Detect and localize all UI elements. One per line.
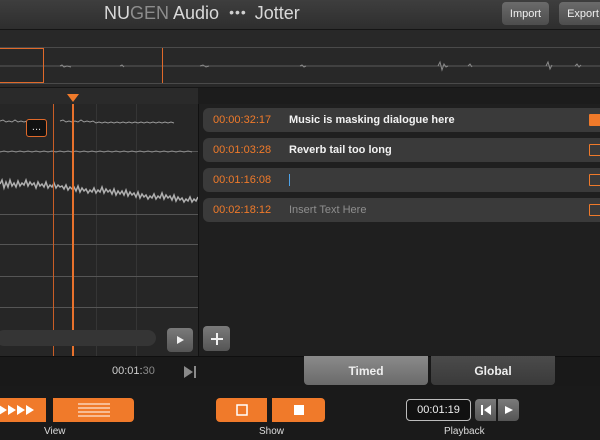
note-checkbox[interactable] [589,114,600,126]
overview-cursor[interactable] [162,48,163,83]
import-button[interactable]: Import [502,2,549,25]
play-icon [177,336,184,344]
app-name: Jotter [254,3,300,23]
play-button[interactable] [167,328,193,352]
overview-wave [0,60,600,72]
note-row[interactable]: 00:00:32:17 Music is masking dialogue he… [203,108,600,132]
overview-selection[interactable] [0,48,44,83]
square-outline-icon [235,404,248,416]
playback-label: Playback [444,426,485,437]
overview-waveform[interactable] [0,30,600,88]
note-timecode[interactable]: 00:02:18:12 [203,204,289,216]
track-area[interactable]: ... [0,104,198,356]
brand-gen: GEN [130,3,170,23]
note-text-input[interactable] [289,174,600,187]
text-caret [289,174,290,187]
notes-list: 00:00:32:17 Music is masking dialogue he… [198,104,600,356]
skip-to-start-button[interactable] [475,399,496,421]
note-checkbox[interactable] [589,144,600,156]
view-label: View [44,426,66,437]
note-text[interactable]: Reverb tail too long [289,144,600,156]
show-filled-button[interactable] [272,398,325,422]
brand-dots: ••• [229,4,247,20]
note-timecode[interactable]: 00:01:03:28 [203,144,289,156]
note-checkbox[interactable] [589,204,600,216]
skip-start-icon [480,405,491,415]
brand-nu: NU [104,3,130,23]
tab-timed[interactable]: Timed [304,356,428,385]
brand-audio: Audio [169,3,220,23]
note-checkbox[interactable] [589,174,600,186]
current-time-readout: 00:01:30 [112,365,155,377]
list-icon [77,403,110,417]
playback-time-display[interactable]: 00:01:19 [406,399,471,421]
show-label: Show [259,426,285,437]
timeline-ruler[interactable] [0,88,198,104]
playhead-handle[interactable] [67,94,79,102]
horizontal-scrollbar[interactable] [0,330,156,346]
play-icon [504,406,513,414]
note-timecode[interactable]: 00:00:32:17 [203,114,289,126]
view-timeline-button[interactable] [0,398,46,422]
brand-logo: NUGEN Audio ••• Jotter [104,3,300,24]
loop-start-line[interactable] [53,104,54,356]
overview-border-bottom [0,83,600,84]
square-filled-icon [293,405,304,415]
time-main: 00:01: [112,365,143,377]
playhead-line[interactable] [72,104,74,356]
add-note-button[interactable] [203,326,230,351]
skip-end-icon [184,366,196,378]
track-waveforms [0,119,198,204]
footer-controls: View Show 00:01:19 Playback [0,386,600,440]
tab-global[interactable]: Global [431,356,555,385]
note-row[interactable]: 00:02:18:12 Insert Text Here [203,198,600,222]
note-text-placeholder[interactable]: Insert Text Here [289,204,600,216]
title-bar: NUGEN Audio ••• Jotter Import Export [0,0,600,30]
note-text[interactable]: Music is masking dialogue here [289,114,600,126]
view-list-button[interactable] [53,398,134,422]
note-row[interactable]: 00:01:03:28 Reverb tail too long [203,138,600,162]
comment-marker[interactable]: ... [26,119,47,137]
skip-to-end-button[interactable] [183,365,197,379]
time-dim: 30 [142,365,155,377]
note-row[interactable]: 00:01:16:08 [203,168,600,192]
fast-forward-icon [0,405,34,415]
export-button[interactable]: Export [559,2,600,25]
show-outline-button[interactable] [216,398,267,422]
plus-icon [210,332,223,345]
playback-play-button[interactable] [498,399,519,421]
note-timecode[interactable]: 00:01:16:08 [203,174,289,186]
